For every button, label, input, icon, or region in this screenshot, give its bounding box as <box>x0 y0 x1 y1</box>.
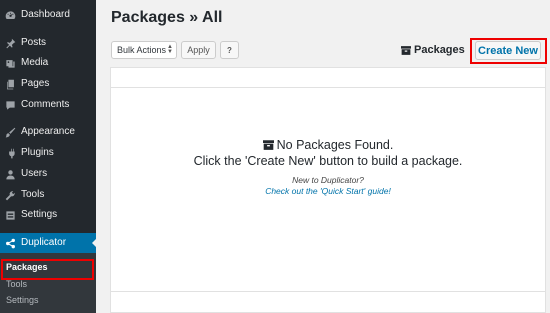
empty-title-text: No Packages Found. <box>276 138 394 152</box>
dashboard-icon <box>4 9 16 21</box>
comment-icon <box>4 99 16 111</box>
menu-label: Appearance <box>21 126 75 137</box>
empty-message: No Packages Found. Click the 'Create New… <box>111 137 545 169</box>
menu-label: Comments <box>21 99 70 110</box>
menu-label: Duplicator <box>21 237 67 248</box>
menu-label: Dashboard <box>21 9 70 20</box>
wrench-icon <box>4 189 16 201</box>
menu-label: Media <box>21 57 49 68</box>
menu-item-posts[interactable]: Posts <box>0 33 96 53</box>
menu-label: Pages <box>21 78 50 89</box>
plug-icon <box>4 147 16 159</box>
menu-item-tools[interactable]: Tools <box>0 185 96 205</box>
menu-item-users[interactable]: Users <box>0 164 96 184</box>
packages-heading-text: Packages <box>414 44 465 56</box>
user-icon <box>4 168 16 180</box>
bulk-actions-select[interactable]: Bulk Actions ▲ ▼ <box>111 41 177 59</box>
packages-heading: Packages <box>401 44 465 56</box>
duplicator-submenu: Packages Tools Settings <box>0 253 96 313</box>
menu-item-appearance[interactable]: Appearance <box>0 122 96 142</box>
empty-subtitle: Click the 'Create New' button to build a… <box>193 154 463 168</box>
quick-start-link[interactable]: Check out the 'Quick Start' guide! <box>111 186 545 197</box>
menu-label: Plugins <box>21 147 54 158</box>
menu-item-dashboard[interactable]: Dashboard <box>0 5 96 25</box>
table-header <box>111 68 545 88</box>
packages-table: No Packages Found. Click the 'Create New… <box>110 67 546 313</box>
menu-item-media[interactable]: Media <box>0 53 96 73</box>
select-arrows-icon: ▲ ▼ <box>167 44 173 55</box>
archive-icon <box>262 140 274 150</box>
menu-item-duplicator[interactable]: Duplicator <box>0 233 97 253</box>
archive-icon <box>401 45 411 55</box>
table-footer-divider <box>111 291 545 292</box>
admin-sidebar: Dashboard Posts Media Pages Comments App… <box>0 0 97 313</box>
bulk-actions-label: Bulk Actions <box>117 45 167 55</box>
page-title: Packages » All <box>111 9 223 26</box>
menu-label: Settings <box>21 209 58 220</box>
apply-button[interactable]: Apply <box>181 41 216 59</box>
empty-title: No Packages Found. <box>111 137 545 153</box>
brush-icon <box>4 126 16 138</box>
menu-item-comments[interactable]: Comments <box>0 95 96 115</box>
help-button[interactable]: ? <box>220 41 239 59</box>
menu-label: Tools <box>21 189 45 200</box>
menu-label: Posts <box>21 37 47 48</box>
pin-icon <box>4 37 16 49</box>
submenu-item-tools[interactable]: Tools <box>6 279 27 290</box>
create-new-button[interactable]: Create New <box>475 41 541 60</box>
media-icon <box>4 57 16 69</box>
pages-icon <box>4 78 16 90</box>
menu-item-plugins[interactable]: Plugins <box>0 143 96 163</box>
menu-label: Users <box>21 168 48 179</box>
share-icon <box>4 237 16 249</box>
submenu-item-packages[interactable]: Packages <box>6 262 48 273</box>
new-to-duplicator-text: New to Duplicator? <box>292 175 364 185</box>
settings-icon <box>4 209 16 221</box>
menu-item-pages[interactable]: Pages <box>0 74 96 94</box>
submenu-item-settings[interactable]: Settings <box>6 295 39 306</box>
menu-item-settings[interactable]: Settings <box>0 205 96 225</box>
